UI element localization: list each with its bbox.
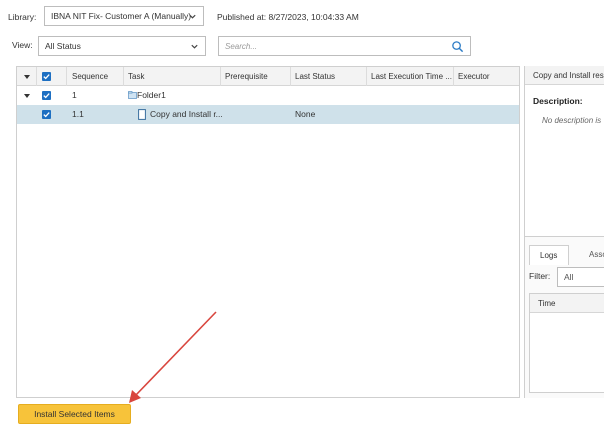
column-header-last-status[interactable]: Last Status bbox=[291, 67, 367, 86]
column-header-task[interactable]: Task bbox=[124, 67, 221, 86]
library-value: IBNA NIT Fix- Customer A (Manually) bbox=[51, 11, 192, 21]
column-header-last-execution-time[interactable]: Last Execution Time ... bbox=[367, 67, 454, 86]
cell-sequence: 1 bbox=[72, 90, 77, 100]
logs-section: Logs Associ Filter: All Time bbox=[525, 236, 604, 398]
install-selected-items-button[interactable]: Install Selected Items bbox=[18, 404, 131, 424]
table-row[interactable]: 1 Folder1 bbox=[17, 86, 519, 105]
search-icon[interactable] bbox=[451, 40, 464, 53]
column-header-sequence[interactable]: Sequence bbox=[67, 67, 124, 86]
cell-task: Copy and Install r... bbox=[150, 109, 223, 119]
logs-grid: Time bbox=[529, 293, 604, 393]
chevron-down-icon bbox=[191, 44, 198, 49]
grid-header: Sequence Task Prerequisite Last Status L… bbox=[17, 67, 519, 86]
task-grid: Sequence Task Prerequisite Last Status L… bbox=[16, 66, 520, 398]
details-title: Copy and Install res bbox=[525, 66, 604, 85]
table-row[interactable]: 1.1 Copy and Install r... None bbox=[17, 105, 519, 124]
published-at: Published at: 8/27/2023, 10:04:33 AM bbox=[217, 12, 359, 22]
cell-sequence: 1.1 bbox=[72, 109, 84, 119]
search-input[interactable]: Search... bbox=[218, 36, 471, 56]
expand-column-header[interactable] bbox=[17, 67, 37, 86]
cell-task: Folder1 bbox=[137, 90, 166, 100]
chevron-down-icon bbox=[189, 14, 196, 19]
column-header-prerequisite[interactable]: Prerequisite bbox=[221, 67, 291, 86]
filter-label: Filter: bbox=[529, 271, 551, 281]
view-value: All Status bbox=[45, 41, 81, 51]
folder-icon bbox=[128, 91, 137, 99]
view-dropdown[interactable]: All Status bbox=[38, 36, 206, 56]
tab-associations[interactable]: Associ bbox=[579, 245, 604, 265]
document-icon bbox=[138, 109, 146, 120]
view-label: View: bbox=[12, 40, 33, 50]
description-label: Description: bbox=[533, 96, 583, 106]
select-all-column-header[interactable] bbox=[37, 67, 67, 86]
filter-dropdown[interactable]: All bbox=[557, 267, 604, 287]
column-header-time[interactable]: Time bbox=[530, 294, 604, 313]
collapse-all-icon[interactable] bbox=[24, 75, 30, 79]
tab-logs[interactable]: Logs bbox=[529, 245, 569, 265]
column-header-executor[interactable]: Executor bbox=[454, 67, 521, 86]
library-label: Library: bbox=[8, 12, 37, 22]
cell-last-status: None bbox=[295, 109, 316, 119]
select-all-checkbox[interactable] bbox=[42, 72, 51, 81]
row-checkbox[interactable] bbox=[42, 110, 51, 119]
description-value: No description is bbox=[542, 116, 602, 125]
collapse-row-icon[interactable] bbox=[24, 94, 30, 98]
row-checkbox[interactable] bbox=[42, 91, 51, 100]
search-placeholder: Search... bbox=[225, 41, 258, 51]
details-panel: Copy and Install res Description: No des… bbox=[524, 66, 604, 398]
library-dropdown[interactable]: IBNA NIT Fix- Customer A (Manually) bbox=[44, 6, 204, 26]
